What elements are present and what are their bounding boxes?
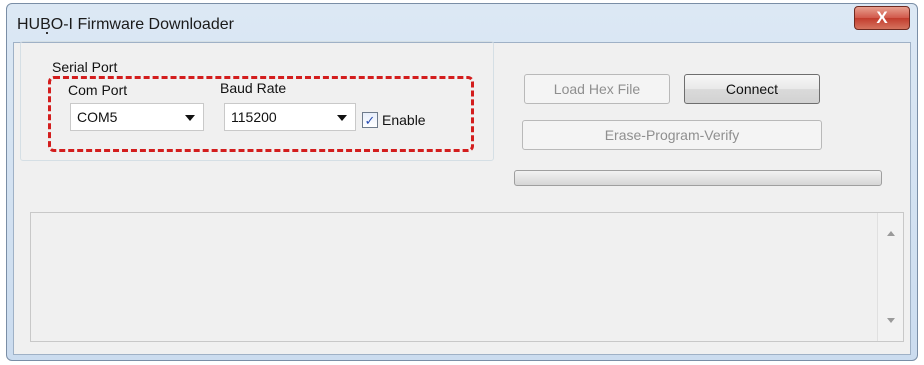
close-icon: X [876, 8, 888, 27]
scroll-down-icon[interactable] [887, 318, 895, 323]
progress-bar [514, 170, 882, 186]
serial-settings-highlight [48, 76, 474, 152]
erase-program-verify-button[interactable]: Erase-Program-Verify [522, 120, 822, 150]
window-title: HUBO-I Firmware Downloader [17, 16, 234, 33]
vertical-scrollbar[interactable] [877, 213, 903, 341]
decorative-dot [46, 32, 48, 34]
log-output[interactable] [30, 212, 904, 342]
load-hex-file-button[interactable]: Load Hex File [524, 74, 670, 104]
close-button[interactable]: X [854, 6, 910, 30]
connect-button[interactable]: Connect [684, 74, 820, 104]
scroll-up-icon[interactable] [887, 231, 895, 236]
title-bar: HUBO-I Firmware Downloader X [7, 4, 917, 42]
serial-port-group-label: Serial Port [52, 59, 118, 75]
